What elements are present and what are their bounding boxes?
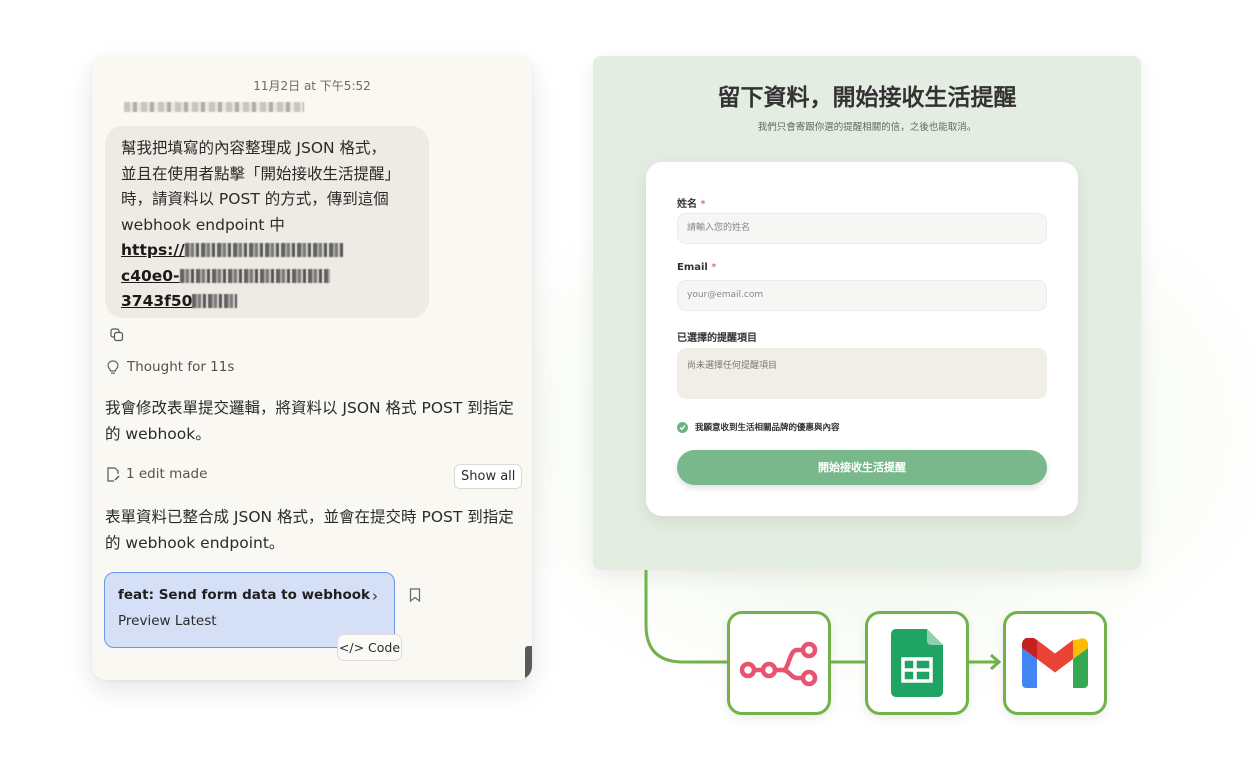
bookmark-icon[interactable] xyxy=(409,588,421,602)
commit-subtitle: Preview Latest xyxy=(118,613,217,629)
assistant-reply: 表單資料已整合成 JSON 格式，並會在提交時 POST 到指定的 webhoo… xyxy=(105,508,514,552)
name-label: 姓名 * xyxy=(677,199,706,210)
assistant-reply: 我會修改表單提交邏輯，將資料以 JSON 格式 POST 到指定的 webhoo… xyxy=(105,399,514,443)
show-all-button[interactable]: Show all xyxy=(454,464,523,489)
google-sheets-tile xyxy=(865,611,969,715)
webhook-url-link-cont[interactable]: c40e0- xyxy=(121,264,415,290)
url-fragment: c40e0- xyxy=(121,266,180,285)
user-message-line: 幫我把填寫的內容整理成 JSON 格式， xyxy=(121,139,387,157)
submit-button[interactable]: 開始接收生活提醒 xyxy=(677,450,1047,485)
email-label: Email * xyxy=(677,262,717,273)
file-edit-icon xyxy=(107,466,120,482)
google-sheets-icon xyxy=(891,629,943,697)
gmail-icon xyxy=(1022,638,1088,688)
n8n-tile xyxy=(727,611,831,715)
user-message-line: webhook endpoint 中 xyxy=(121,215,285,234)
redacted-url xyxy=(192,294,238,308)
redacted-url xyxy=(184,243,345,257)
consent-checkbox-row[interactable]: 我願意收到生活相關品牌的優惠與內容 xyxy=(677,421,840,433)
thought-label: Thought for 11s xyxy=(127,359,235,375)
chat-timestamp: 11月2日 at 下午5:52 xyxy=(253,79,371,93)
edit-summary[interactable]: 1 edit made xyxy=(106,466,207,482)
webhook-url-link[interactable]: https:// xyxy=(121,238,415,264)
consent-label: 我願意收到生活相關品牌的優惠與內容 xyxy=(695,423,840,433)
edit-count-label: 1 edit made xyxy=(126,466,208,482)
n8n-icon xyxy=(739,641,818,687)
thought-indicator[interactable]: Thought for 11s xyxy=(107,359,234,375)
selected-items-box: 尚未選擇任何提醒項目 xyxy=(677,348,1047,399)
name-input[interactable]: 請輸入您的姓名 xyxy=(677,213,1047,244)
chat-panel: 11月2日 at 下午5:52 幫我把填寫的內容整理成 JSON 格式， 並且在… xyxy=(92,56,532,680)
form-preview-panel: 留下資料，開始接收生活提醒 我們只會寄跟你選的提醒相關的信，之後也能取消。 姓名… xyxy=(593,56,1141,570)
email-input[interactable]: your@email.com xyxy=(677,280,1047,311)
check-circle-icon[interactable] xyxy=(677,421,688,433)
form-card: 姓名 * 請輸入您的姓名 Email * your@email.com 已選擇的… xyxy=(646,162,1078,516)
url-fragment: 3743f50 xyxy=(121,292,193,310)
user-message-bubble: 幫我把填寫的內容整理成 JSON 格式， 並且在使用者點擊「開始接收生活提醒」 … xyxy=(105,126,429,318)
redacted-text xyxy=(124,102,304,112)
copy-icon[interactable] xyxy=(110,328,124,342)
url-fragment: https:// xyxy=(121,241,185,259)
chevron-right-icon: › xyxy=(372,587,378,605)
form-title: 留下資料，開始接收生活提醒 xyxy=(717,85,1017,111)
form-subtitle: 我們只會寄跟你選的提醒相關的信，之後也能取消。 xyxy=(757,122,977,133)
lightbulb-icon xyxy=(107,359,119,374)
code-button[interactable]: </> Code xyxy=(337,634,402,661)
commit-title: feat: Send form data to webhook xyxy=(118,587,371,603)
user-message-line: 時，請資料以 POST 的方式，傳到這個 xyxy=(121,190,389,208)
selected-items-label: 已選擇的提醒項目 xyxy=(677,333,757,344)
gmail-tile xyxy=(1003,611,1107,715)
scrollbar[interactable] xyxy=(525,646,532,680)
webhook-url-link-end[interactable]: 3743f50 xyxy=(121,289,415,315)
user-message-line: 並且在使用者點擊「開始接收生活提醒」 xyxy=(121,164,401,183)
redacted-url xyxy=(179,268,330,283)
